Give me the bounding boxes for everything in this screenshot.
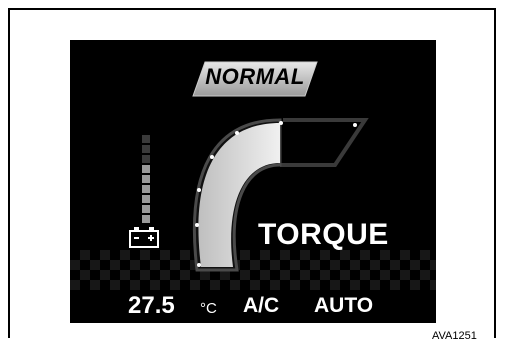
battery-bar bbox=[142, 165, 150, 173]
torque-label: TORQUE bbox=[258, 218, 389, 251]
gauge-tick bbox=[353, 123, 357, 127]
battery-bar bbox=[142, 145, 150, 153]
auto-indicator: AUTO bbox=[314, 294, 374, 317]
gauge-outline bbox=[280, 118, 369, 167]
battery-bar bbox=[142, 195, 150, 203]
gauge-tick bbox=[210, 155, 214, 159]
temperature-unit: °C bbox=[200, 300, 217, 317]
gauge-tick bbox=[197, 188, 201, 192]
gauge-tick bbox=[235, 131, 239, 135]
battery-bar bbox=[142, 185, 150, 193]
battery-level-bars bbox=[142, 135, 152, 225]
gauge-tick bbox=[197, 263, 201, 267]
gauge-tick bbox=[279, 121, 283, 125]
battery-bar bbox=[142, 205, 150, 213]
climate-status-bar: 27.5 °C A/C AUTO bbox=[70, 290, 436, 323]
battery-bar bbox=[142, 135, 150, 143]
figure-code: AVA1251 bbox=[432, 330, 477, 342]
ac-indicator: A/C bbox=[243, 294, 280, 317]
battery-icon bbox=[129, 227, 159, 248]
gauge-tick bbox=[195, 223, 199, 227]
battery-bar bbox=[142, 215, 150, 223]
battery-bar bbox=[142, 155, 150, 163]
display-screen: NORMAL TORQUE 27.5 °C A/C AUTO bbox=[70, 40, 436, 323]
drive-mode-badge: NORMAL bbox=[185, 58, 325, 98]
battery-bar bbox=[142, 175, 150, 183]
temperature-value: 27.5 bbox=[128, 292, 175, 319]
drive-mode-label: NORMAL bbox=[205, 64, 305, 89]
